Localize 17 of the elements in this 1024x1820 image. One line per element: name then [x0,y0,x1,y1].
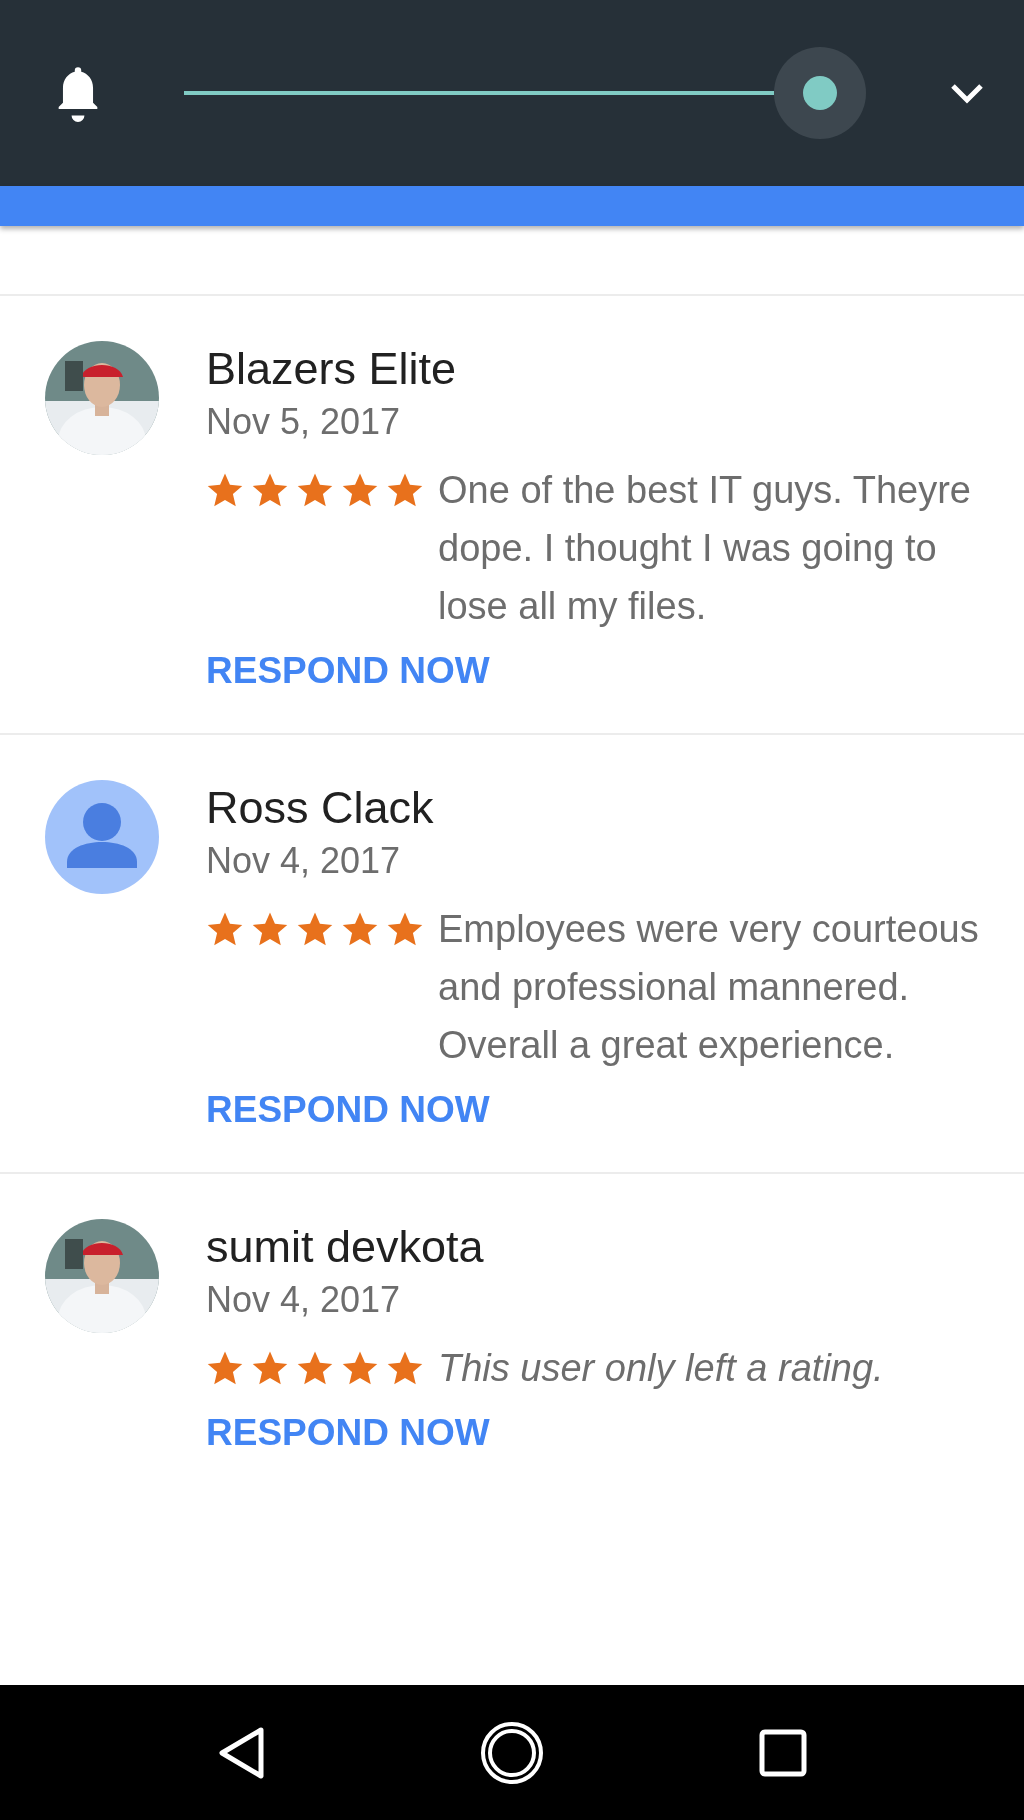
reviewer-name: Blazers Elite [206,342,458,396]
chevron-down-icon[interactable] [950,82,984,104]
review-text: One of the best IT guys. Theyre dope. I thought I was going to lose all my files. [438,468,972,629]
respond-now-button[interactable]: RESPOND NOW [206,1409,490,1457]
review-date: Nov 4, 2017 [206,1278,402,1322]
home-icon[interactable] [480,1720,544,1785]
rating-only-note: This user only left a rating. [438,1346,885,1391]
reviewer-name: sumit devkota [206,1220,485,1274]
respond-now-button[interactable]: RESPOND NOW [206,647,490,695]
recents-icon[interactable] [758,1728,807,1777]
respond-now-button[interactable]: RESPOND NOW [206,1086,490,1134]
review-date: Nov 5, 2017 [206,400,402,444]
review-date: Nov 4, 2017 [206,839,402,883]
review-text: Employees were very courteous and professional mannered. Overall a great experience. [438,907,980,1068]
default-avatar-icon [45,780,159,894]
reviewer-name: Ross Clack [206,781,435,835]
back-icon[interactable] [217,1725,266,1780]
